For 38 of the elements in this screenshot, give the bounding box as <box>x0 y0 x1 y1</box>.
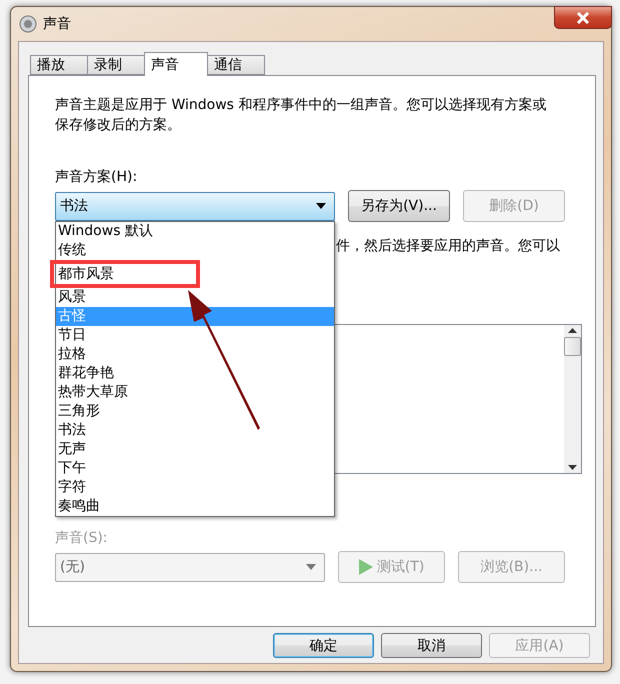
scrollbar[interactable] <box>564 325 581 473</box>
dropdown-option[interactable]: 奏鸣曲 <box>56 496 334 516</box>
close-button[interactable] <box>554 6 612 29</box>
play-icon <box>358 559 373 575</box>
dialog-button[interactable]: 取消 <box>381 633 482 658</box>
tab[interactable]: 录制 <box>87 55 145 75</box>
dropdown-option[interactable]: 传统 <box>56 240 334 260</box>
dialog-button[interactable]: 确定 <box>273 633 374 658</box>
dropdown-value: (无) <box>60 558 85 576</box>
caret-icon <box>306 564 316 570</box>
up-arrow-icon <box>568 328 577 333</box>
scroll-thumb[interactable] <box>564 337 581 356</box>
dropdown-option[interactable]: 字符 <box>56 478 334 496</box>
instruction-text: 件，然后选择要应用的声音。您可以 <box>336 237 561 256</box>
scheme-dropdown[interactable]: 书法 <box>55 192 335 220</box>
dropdown-value: 书法 <box>60 197 88 215</box>
caret-icon <box>316 203 326 209</box>
tab[interactable]: 声音 <box>144 52 208 76</box>
scheme-button[interactable]: 另存为(V)... <box>348 190 450 222</box>
sound-label: 声音(S): <box>55 529 109 547</box>
dropdown-option[interactable]: 三角形 <box>56 402 334 420</box>
window-title: 声音 <box>43 15 71 33</box>
dropdown-option[interactable]: 下午 <box>56 458 334 478</box>
dropdown-option[interactable]: 风景 <box>56 288 334 306</box>
dropdown-option[interactable]: 书法 <box>56 420 334 440</box>
down-arrow-icon <box>568 465 577 470</box>
scheme-label: 声音方案(H): <box>55 168 138 186</box>
tab[interactable]: 通信 <box>207 55 265 75</box>
dropdown-option[interactable]: 热带大草原 <box>56 382 334 402</box>
dropdown-option[interactable]: Windows 默认 <box>56 222 334 240</box>
dropdown-option[interactable]: 群花争艳 <box>56 364 334 382</box>
dropdown-option[interactable]: 节日 <box>56 326 334 344</box>
description-text: 声音主题是应用于 Windows 和程序事件中的一组声音。您可以选择现有方案或保存修改后的方案。 <box>55 96 548 135</box>
dropdown-option[interactable]: 拉格 <box>56 344 334 364</box>
dropdown-option[interactable]: 无声 <box>56 440 334 458</box>
close-icon <box>576 12 590 24</box>
speaker-icon <box>19 15 37 33</box>
tab[interactable]: 播放 <box>30 55 88 75</box>
